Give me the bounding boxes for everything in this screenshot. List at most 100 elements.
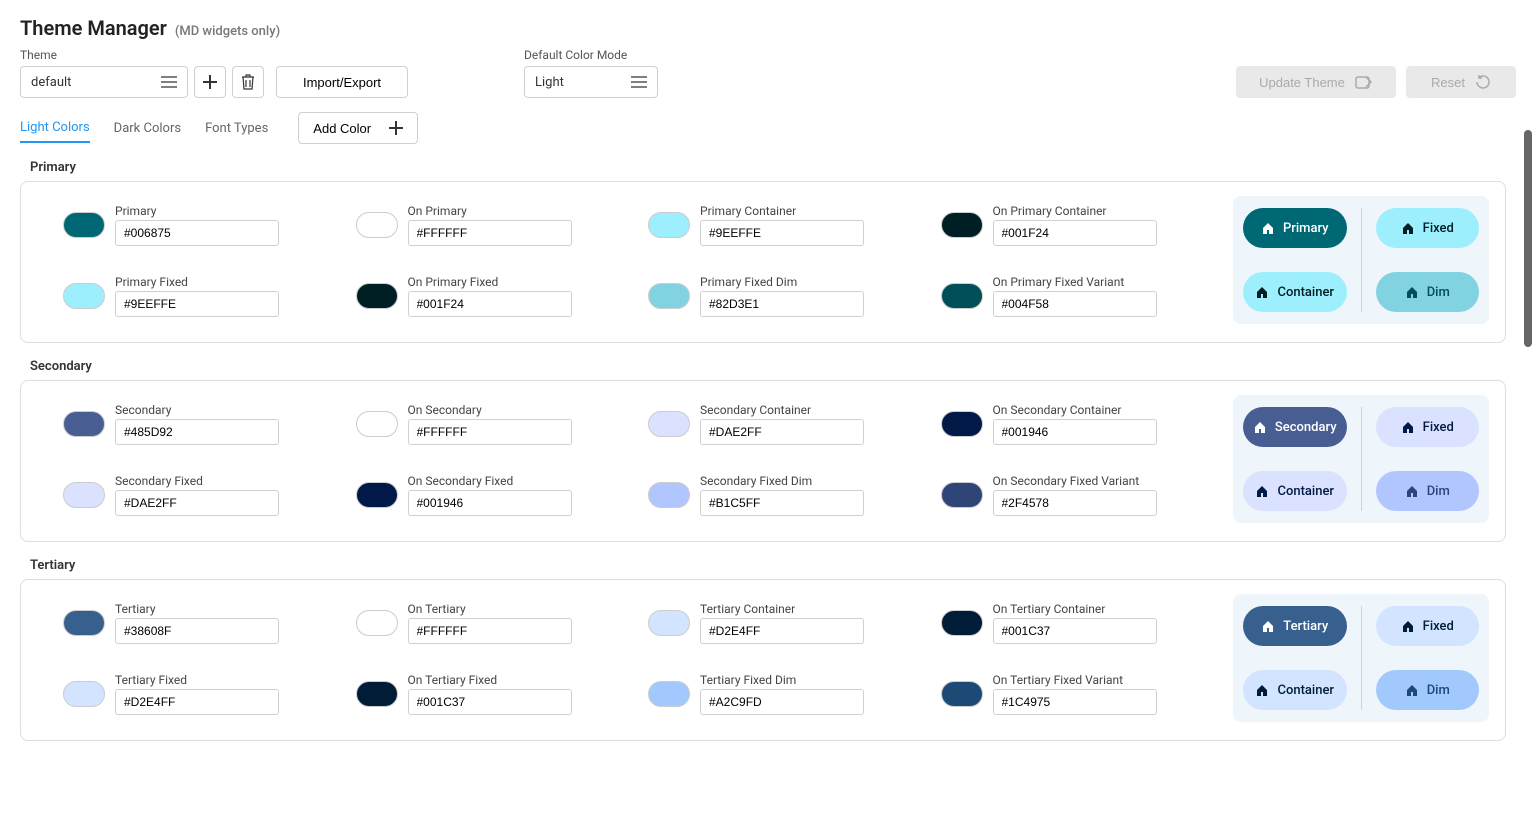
color-input[interactable] — [408, 618, 572, 644]
color-item: Tertiary Fixed Dim — [648, 665, 921, 722]
section-title: Primary — [30, 160, 1506, 175]
color-input[interactable] — [115, 291, 279, 317]
tab-font-types[interactable]: Font Types — [205, 115, 268, 142]
color-swatch[interactable] — [941, 212, 983, 238]
home-icon — [1401, 221, 1415, 235]
color-mode-select[interactable]: Light — [524, 66, 658, 98]
color-item: On Tertiary — [356, 594, 629, 651]
plus-icon — [389, 121, 403, 135]
preview-chip-label: Container — [1277, 683, 1334, 698]
color-swatch[interactable] — [941, 610, 983, 636]
preview-panel: TertiaryContainerFixedDim — [1233, 594, 1489, 722]
home-icon — [1401, 619, 1415, 633]
color-item: On Tertiary Fixed Variant — [941, 665, 1214, 722]
color-label: On Primary — [408, 204, 629, 218]
color-input[interactable] — [408, 220, 572, 246]
color-label: Primary Fixed — [115, 275, 336, 289]
color-input[interactable] — [993, 490, 1157, 516]
add-theme-button[interactable] — [194, 66, 226, 98]
section-box: PrimaryOn PrimaryPrimary ContainerOn Pri… — [20, 181, 1506, 343]
color-input[interactable] — [700, 689, 864, 715]
color-input[interactable] — [700, 419, 864, 445]
color-input[interactable] — [993, 220, 1157, 246]
menu-icon — [631, 76, 647, 88]
preview-chip-label: Fixed — [1423, 221, 1454, 236]
color-input[interactable] — [993, 291, 1157, 317]
color-swatch[interactable] — [356, 681, 398, 707]
preview-chip: Primary — [1243, 208, 1347, 248]
color-input[interactable] — [408, 689, 572, 715]
color-input[interactable] — [408, 291, 572, 317]
color-swatch[interactable] — [941, 482, 983, 508]
color-input[interactable] — [115, 618, 279, 644]
color-input[interactable] — [700, 291, 864, 317]
color-swatch[interactable] — [941, 411, 983, 437]
color-item: Tertiary Fixed — [63, 665, 336, 722]
update-theme-button[interactable]: Update Theme — [1236, 66, 1396, 98]
color-input[interactable] — [700, 220, 864, 246]
color-swatch[interactable] — [356, 411, 398, 437]
color-swatch[interactable] — [63, 212, 105, 238]
home-icon — [1261, 619, 1275, 633]
color-swatch[interactable] — [63, 482, 105, 508]
color-swatch[interactable] — [356, 610, 398, 636]
color-input[interactable] — [115, 689, 279, 715]
color-swatch[interactable] — [648, 283, 690, 309]
color-swatch[interactable] — [356, 482, 398, 508]
preview-panel: SecondaryContainerFixedDim — [1233, 395, 1489, 523]
color-label: On Secondary Container — [993, 403, 1214, 417]
color-swatch[interactable] — [63, 411, 105, 437]
delete-theme-button[interactable] — [232, 66, 264, 98]
color-item: Primary Fixed — [63, 267, 336, 324]
color-input[interactable] — [115, 419, 279, 445]
color-input[interactable] — [993, 618, 1157, 644]
color-input[interactable] — [408, 490, 572, 516]
scrollbar-thumb[interactable] — [1524, 130, 1532, 347]
color-swatch[interactable] — [648, 212, 690, 238]
reset-button[interactable]: Reset — [1406, 66, 1516, 98]
color-swatch[interactable] — [356, 283, 398, 309]
color-input[interactable] — [700, 490, 864, 516]
color-label: Secondary — [115, 403, 336, 417]
color-swatch[interactable] — [63, 610, 105, 636]
color-input[interactable] — [993, 689, 1157, 715]
color-swatch[interactable] — [941, 681, 983, 707]
home-icon — [1405, 683, 1419, 697]
home-icon — [1255, 683, 1269, 697]
color-swatch[interactable] — [63, 681, 105, 707]
color-input[interactable] — [115, 220, 279, 246]
color-item: Secondary — [63, 395, 336, 452]
color-item: Secondary Fixed Dim — [648, 466, 921, 523]
color-item: On Primary Fixed — [356, 267, 629, 324]
color-item: Primary — [63, 196, 336, 253]
scrollbar[interactable] — [1524, 130, 1532, 831]
color-input[interactable] — [700, 618, 864, 644]
section-title: Tertiary — [30, 558, 1506, 573]
color-swatch[interactable] — [648, 681, 690, 707]
theme-select[interactable]: default — [20, 66, 188, 98]
color-label: Tertiary — [115, 602, 336, 616]
color-input[interactable] — [993, 419, 1157, 445]
color-swatch[interactable] — [648, 411, 690, 437]
color-input[interactable] — [115, 490, 279, 516]
color-item: Secondary Container — [648, 395, 921, 452]
theme-value: default — [31, 75, 71, 90]
tab-light-colors[interactable]: Light Colors — [20, 114, 90, 143]
color-label: On Tertiary Fixed Variant — [993, 673, 1214, 687]
preview-chip-label: Fixed — [1423, 619, 1454, 634]
color-item: On Secondary Fixed Variant — [941, 466, 1214, 523]
color-swatch[interactable] — [63, 283, 105, 309]
preview-chip-label: Dim — [1427, 285, 1450, 300]
color-swatch[interactable] — [648, 482, 690, 508]
color-label: On Secondary Fixed Variant — [993, 474, 1214, 488]
color-swatch[interactable] — [356, 212, 398, 238]
color-swatch[interactable] — [941, 283, 983, 309]
preview-chip-label: Tertiary — [1283, 619, 1328, 634]
color-swatch[interactable] — [648, 610, 690, 636]
add-color-button[interactable]: Add Color — [298, 112, 418, 144]
import-export-button[interactable]: Import/Export — [276, 66, 408, 98]
preview-chip: Dim — [1376, 471, 1480, 511]
color-input[interactable] — [408, 419, 572, 445]
home-icon — [1255, 484, 1269, 498]
tab-dark-colors[interactable]: Dark Colors — [114, 115, 181, 142]
